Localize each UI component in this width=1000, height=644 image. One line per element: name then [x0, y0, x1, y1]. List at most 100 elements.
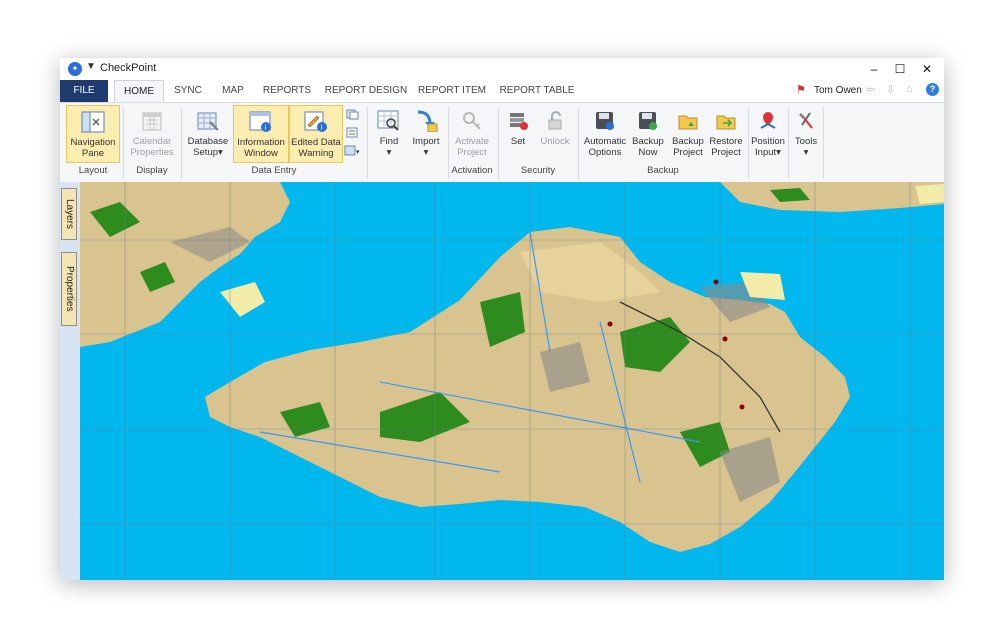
position-input-label-1: Position: [751, 136, 785, 147]
restore-project-label-1: Restore: [709, 136, 743, 147]
title-bar: ✦ ▼ CheckPoint – ☐ ✕: [60, 58, 944, 80]
backup-project-button[interactable]: Backup Project: [669, 105, 707, 163]
find-button[interactable]: Find ▾: [370, 105, 408, 163]
railway-station[interactable]: [607, 321, 613, 327]
record-options-icon[interactable]: ▾: [344, 145, 362, 156]
position-input-button[interactable]: Position Input▾: [750, 105, 786, 163]
edit-list-icon[interactable]: [346, 127, 359, 138]
activate-project-label-2: Project: [457, 147, 487, 158]
home-icon[interactable]: ⌂: [906, 83, 913, 95]
tools-dropdown: ▾: [803, 147, 809, 158]
tab-home[interactable]: HOME: [114, 80, 164, 103]
activate-project-button[interactable]: Activate Project: [450, 105, 494, 163]
window-title: CheckPoint: [100, 62, 157, 74]
import-button[interactable]: Import ▾: [408, 105, 444, 163]
group-layout-label: Layout: [78, 165, 108, 176]
tab-report-design[interactable]: REPORT DESIGN: [324, 80, 408, 102]
group-separator: [181, 107, 182, 179]
layers-tab-label: Layers: [64, 198, 75, 229]
database-setup-icon: [197, 112, 219, 131]
find-icon: [377, 110, 399, 131]
restore-project-folder-icon: [716, 115, 736, 130]
group-security-label: Security: [520, 165, 556, 176]
restore-project-label-2: Project: [711, 147, 741, 158]
find-dropdown: ▾: [386, 147, 392, 158]
backup-now-button[interactable]: Backup Now: [629, 105, 667, 163]
railway-station[interactable]: [739, 404, 745, 410]
group-separator: [578, 107, 579, 179]
restore-project-button[interactable]: Restore Project: [707, 105, 745, 163]
down-arrow-icon[interactable]: ⇩: [886, 83, 895, 96]
information-window-label-2: Window: [244, 148, 278, 159]
tools-button[interactable]: Tools ▾: [791, 105, 821, 163]
ribbon-tab-bar: FILE HOME SYNC MAP REPORTS REPORT DESIGN…: [60, 80, 944, 103]
svg-text:i: i: [265, 123, 267, 132]
edited-data-warning-button[interactable]: i Edited Data Warning: [289, 105, 343, 163]
help-icon[interactable]: ?: [926, 83, 939, 96]
railway-station[interactable]: [713, 279, 719, 285]
calendar-properties-button[interactable]: Calendar Properties: [126, 105, 178, 163]
railway-station[interactable]: [722, 336, 728, 342]
information-window-label-1: Information: [237, 137, 285, 148]
backup-project-label-1: Backup: [672, 136, 704, 147]
unlock-padlock-icon: [548, 111, 562, 130]
navigation-pane-label-1: Navigation: [70, 137, 116, 148]
activate-project-label-1: Activate: [455, 136, 489, 147]
automatic-options-disk-icon: [596, 112, 614, 130]
navigation-pane-button[interactable]: Navigation Pane: [66, 105, 120, 163]
automatic-options-button[interactable]: Automatic Options: [581, 105, 629, 163]
group-separator: [788, 107, 789, 179]
group-separator: [367, 107, 368, 179]
backup-project-folder-icon: [678, 115, 698, 130]
close-button[interactable]: ✕: [917, 60, 937, 78]
svg-text:▾: ▾: [356, 149, 360, 156]
database-setup-button[interactable]: Database Setup▾: [184, 105, 232, 163]
activate-key-icon: [463, 112, 481, 130]
group-separator: [498, 107, 499, 179]
position-input-label-2: Input▾: [755, 147, 781, 158]
import-icon: [417, 110, 438, 132]
backup-project-label-2: Project: [673, 147, 703, 158]
set-label: Set: [510, 136, 526, 147]
edited-data-warning-label-1: Edited Data: [291, 137, 341, 148]
app-logo-icon: ✦: [68, 62, 82, 76]
group-separator: [123, 107, 124, 179]
minimize-button[interactable]: –: [864, 60, 884, 78]
layers-tab[interactable]: Layers: [61, 188, 77, 240]
user-name[interactable]: Tom Owen: [814, 85, 862, 96]
properties-tab[interactable]: Properties: [61, 252, 77, 326]
set-button[interactable]: Set: [502, 105, 534, 163]
tab-map[interactable]: MAP: [215, 80, 251, 102]
automatic-options-label-2: Options: [588, 147, 622, 158]
map-canvas[interactable]: [80, 182, 944, 580]
database-setup-label-1: Database: [187, 136, 229, 147]
maximize-button[interactable]: ☐: [890, 60, 910, 78]
set-security-icon: [510, 113, 528, 130]
app-window: ✦ ▼ CheckPoint – ☐ ✕ FILE HOME SYNC MAP …: [60, 58, 944, 580]
properties-tab-label: Properties: [64, 266, 75, 312]
copy-data-icon[interactable]: [346, 109, 359, 120]
backup-now-label-2: Now: [638, 147, 658, 158]
unlock-button[interactable]: Unlock: [536, 105, 574, 163]
back-arrow-icon[interactable]: ⇦: [866, 83, 875, 96]
backup-now-label-1: Backup: [632, 136, 664, 147]
tab-sync[interactable]: SYNC: [168, 80, 208, 102]
svg-text:i: i: [321, 123, 323, 132]
quick-access-dropdown-icon[interactable]: ▼: [86, 61, 96, 72]
navigation-pane-icon: [81, 111, 105, 133]
tools-icon: [799, 112, 813, 129]
tab-file[interactable]: FILE: [60, 80, 108, 102]
user-flag-icon: ⚑: [796, 84, 806, 96]
group-data-entry-label: Data Entry: [251, 165, 297, 176]
tab-report-table[interactable]: REPORT TABLE: [497, 80, 577, 102]
map-view[interactable]: [80, 182, 944, 580]
calendar-icon: [142, 112, 162, 131]
tab-report-item[interactable]: REPORT ITEM: [417, 80, 487, 102]
information-window-button[interactable]: i Information Window: [233, 105, 289, 163]
edited-data-warning-label-2: Warning: [298, 148, 334, 159]
tab-reports[interactable]: REPORTS: [259, 80, 315, 102]
navigation-pane-label-2: Pane: [81, 148, 105, 159]
find-label: Find: [379, 136, 399, 147]
calendar-properties-label-2: Properties: [130, 147, 174, 158]
information-window-icon: i: [249, 111, 271, 132]
